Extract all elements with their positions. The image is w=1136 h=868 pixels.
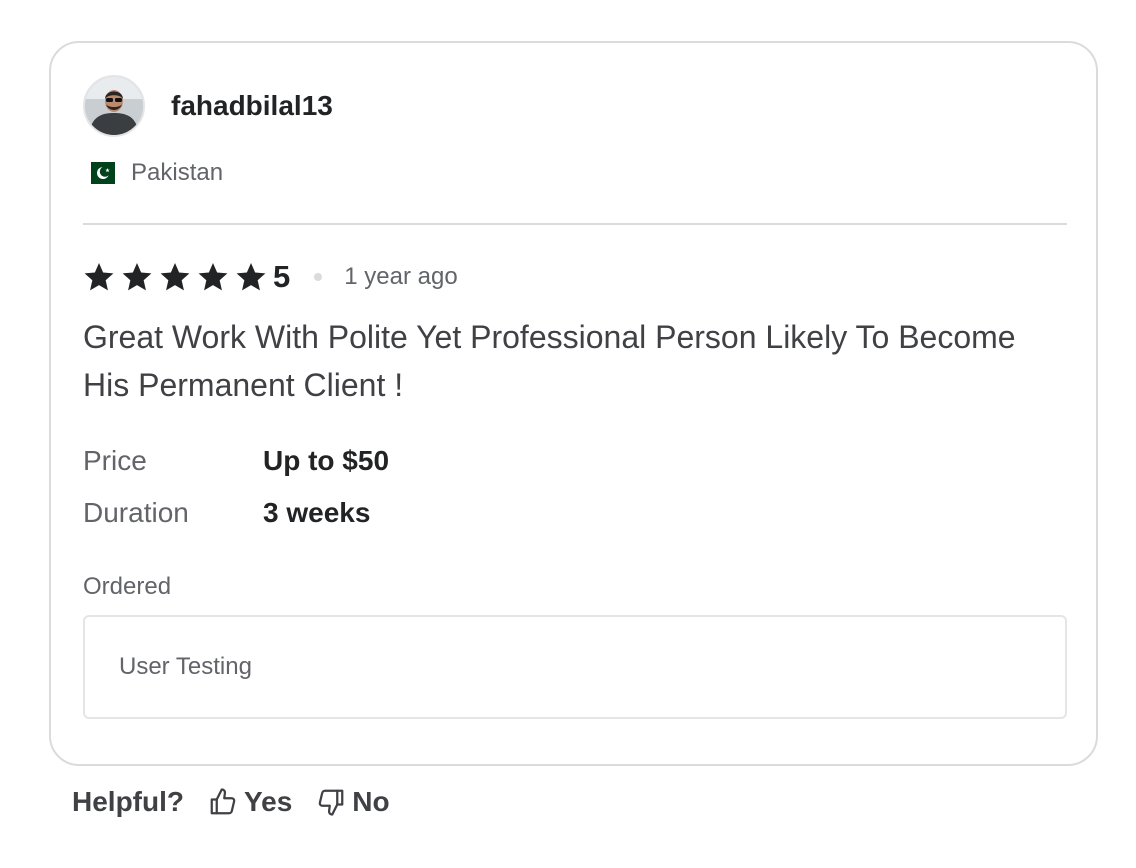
separator-dot (314, 273, 323, 281)
star-icon (236, 263, 266, 291)
divider (83, 223, 1067, 225)
ordered-gig-box[interactable]: User Testing (83, 615, 1067, 719)
price-value: Up to $50 (263, 445, 390, 476)
avatar[interactable] (83, 75, 145, 137)
thumbs-down-icon (318, 789, 344, 816)
rating-row: 5 1 year ago (83, 257, 458, 297)
duration-row: Duration 3 weeks (83, 497, 370, 529)
helpful-yes-label: Yes (244, 786, 293, 817)
reviewer-country: Pakistan (83, 159, 223, 187)
reviewer-header: fahadbilal13 (83, 75, 333, 137)
helpful-no-label: No (352, 786, 390, 817)
thumbs-up-icon (210, 788, 236, 815)
reviewer-username[interactable]: fahadbilal13 (171, 90, 333, 122)
rating-value: 5 (273, 259, 291, 294)
helpful-yes-button[interactable]: Yes (208, 786, 292, 818)
pakistan-flag-icon (83, 162, 115, 184)
price-label: Price (83, 445, 147, 476)
ordered-gig-title[interactable]: User Testing (119, 653, 252, 681)
star-icon (84, 263, 114, 291)
duration-value: 3 weeks (263, 497, 371, 528)
star-icon (160, 263, 190, 291)
helpful-bar: Helpful? Yes No (72, 786, 390, 818)
star-rating (83, 261, 267, 293)
helpful-no-button[interactable]: No (316, 786, 390, 818)
helpful-question: Helpful? (72, 786, 184, 817)
country-name: Pakistan (131, 159, 224, 186)
star-icon (198, 263, 228, 291)
review-card: fahadbilal13 Pakistan 5 1 year ago Great… (49, 41, 1098, 766)
ordered-label: Ordered (83, 573, 172, 600)
star-icon (122, 263, 152, 291)
review-time: 1 year ago (344, 263, 458, 290)
duration-label: Duration (83, 497, 189, 528)
price-row: Price Up to $50 (83, 445, 389, 477)
review-text: Great Work With Polite Yet Professional … (83, 319, 1016, 403)
